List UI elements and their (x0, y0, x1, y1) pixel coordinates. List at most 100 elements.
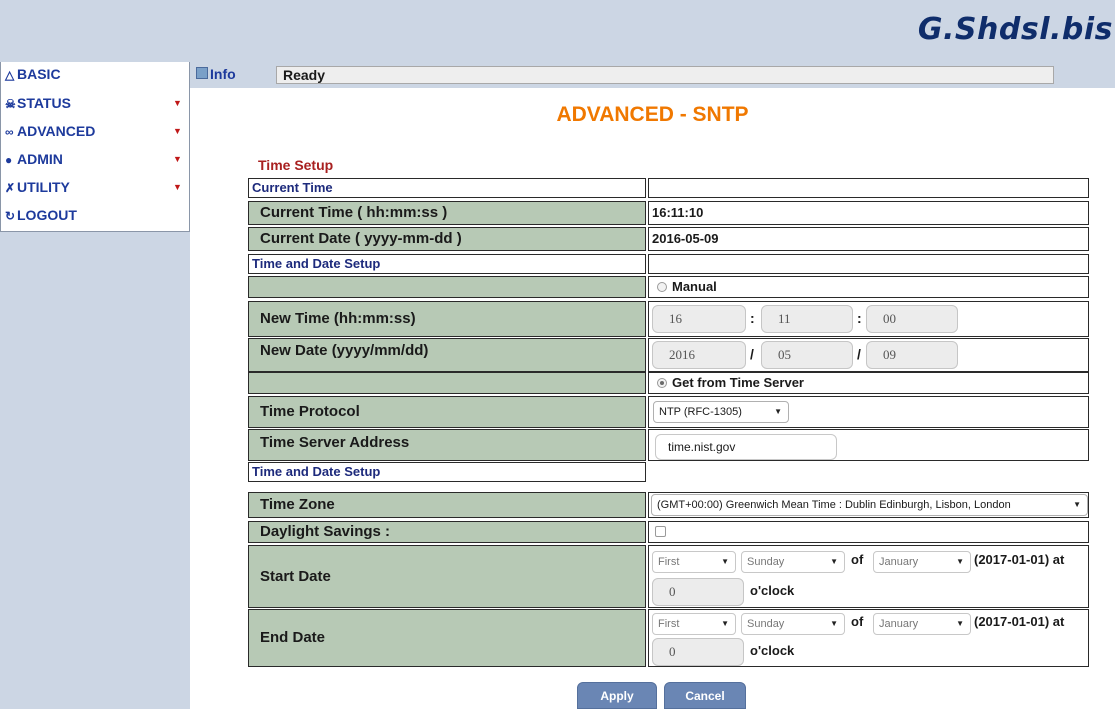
menu-item-admin[interactable]: ● ADMIN ▼ (1, 149, 189, 177)
dropdown-arrow-icon: ▼ (721, 619, 729, 628)
time-server-address-input[interactable]: time.nist.gov (655, 434, 837, 460)
empty-label-cell (248, 276, 646, 298)
end-week-value: First (658, 618, 680, 630)
empty-cell (648, 178, 1089, 198)
time-zone-value: (GMT+00:00) Greenwich Mean Time : Dublin… (657, 499, 1011, 511)
new-date-year-input[interactable]: 2016 (652, 341, 746, 369)
end-day-value: Sunday (747, 618, 785, 630)
time-protocol-value: NTP (RFC-1305) (659, 406, 742, 418)
start-month-value: January (879, 556, 919, 568)
dropdown-arrow-icon: ▼ (1073, 500, 1081, 509)
table-row: Daylight Savings : (248, 521, 1089, 543)
menu-item-label: ADVANCED (17, 123, 96, 139)
current-time-header: Current Time (248, 178, 646, 198)
time-separator: : (857, 310, 862, 326)
caret-down-icon: ▼ (173, 98, 182, 108)
table-row: Current Time ( hh:mm:ss ) 16:11:10 (248, 201, 1089, 225)
start-month-select[interactable]: January ▼ (873, 551, 971, 573)
end-hour-input[interactable]: 0 (652, 638, 744, 666)
daylight-savings-checkbox[interactable] (655, 526, 666, 537)
table-row: Manual (248, 276, 1089, 298)
time-protocol-label: Time Protocol (248, 396, 646, 428)
current-date-label: Current Date ( yyyy-mm-dd ) (248, 227, 646, 251)
new-date-label: New Date (yyyy/mm/dd) (248, 338, 646, 372)
table-row: Time and Date Setup (248, 462, 1089, 482)
menu-item-label: ADMIN (17, 151, 63, 167)
page-title: ADVANCED - SNTP (556, 103, 749, 126)
status-field: Ready (276, 66, 1054, 84)
table-row: Time Zone (GMT+00:00) Greenwich Mean Tim… (248, 492, 1089, 518)
current-date-value: 2016-05-09 (648, 227, 1089, 251)
dropdown-arrow-icon: ▼ (956, 619, 964, 628)
end-date-label: End Date (248, 609, 646, 667)
date-separator: / (750, 346, 754, 362)
table-row: Time Server Address time.nist.gov (248, 429, 1089, 461)
menu-item-utility[interactable]: ✗ UTILITY ▼ (1, 177, 189, 205)
end-month-select[interactable]: January ▼ (873, 613, 971, 635)
caret-down-icon: ▼ (173, 182, 182, 192)
menu-item-basic[interactable]: △ BASIC (1, 64, 189, 92)
time-zone-label: Time Zone (248, 492, 646, 518)
time-zone-select[interactable]: (GMT+00:00) Greenwich Mean Time : Dublin… (651, 494, 1088, 516)
manual-label: Manual (672, 279, 717, 294)
menu-item-label: STATUS (17, 95, 71, 111)
status-icon: ☠ (5, 97, 16, 111)
current-time-label: Current Time ( hh:mm:ss ) (248, 201, 646, 225)
new-date-month-input[interactable]: 05 (761, 341, 853, 369)
dropdown-arrow-icon: ▼ (774, 407, 782, 416)
caret-down-icon: ▼ (173, 126, 182, 136)
info-label: Info (210, 66, 236, 82)
start-date-text: (2017-01-01) at (974, 552, 1065, 567)
get-from-server-radio-option[interactable]: Get from Time Server (648, 372, 1089, 394)
start-week-value: First (658, 556, 680, 568)
end-date-cell: First ▼ Sunday ▼ of January ▼ (2017-01-0… (648, 609, 1089, 667)
menu-item-label: LOGOUT (17, 207, 77, 223)
apply-button[interactable]: Apply (577, 682, 657, 709)
end-month-value: January (879, 618, 919, 630)
header-banner: G.Shdsl.bis (0, 0, 1115, 62)
time-server-address-label: Time Server Address (248, 429, 646, 461)
menu-item-advanced[interactable]: ∞ ADVANCED ▼ (1, 121, 189, 149)
new-time-hour-input[interactable]: 16 (652, 305, 746, 333)
table-row: End Date First ▼ Sunday ▼ of January ▼ (… (248, 609, 1089, 667)
menu-item-label: UTILITY (17, 179, 70, 195)
sidebar: △ BASIC ☠STATUS ▼ ∞ ADVANCED ▼ ● ADMIN ▼ ✗ U… (0, 62, 190, 709)
dropdown-arrow-icon: ▼ (830, 619, 838, 628)
cancel-button[interactable]: Cancel (664, 682, 746, 709)
time-protocol-cell: NTP (RFC-1305) ▼ (648, 396, 1089, 428)
basic-icon: △ (5, 68, 15, 82)
table-row: Time Protocol NTP (RFC-1305) ▼ (248, 396, 1089, 428)
time-server-address-cell: time.nist.gov (648, 429, 1089, 461)
start-date-cell: First ▼ Sunday ▼ of January ▼ (2017-01-0… (648, 545, 1089, 608)
new-time-second-input[interactable]: 00 (866, 305, 958, 333)
start-hour-input[interactable]: 0 (652, 578, 744, 606)
start-day-select[interactable]: Sunday ▼ (741, 551, 845, 573)
end-day-select[interactable]: Sunday ▼ (741, 613, 845, 635)
end-week-select[interactable]: First ▼ (652, 613, 736, 635)
table-row: New Time (hh:mm:ss) 16 : 11 : 00 (248, 301, 1089, 337)
info-icon (196, 67, 208, 79)
time-separator: : (750, 310, 755, 326)
admin-icon: ● (5, 153, 13, 167)
info-bar: Info Ready (190, 62, 1115, 88)
utility-icon: ✗ (5, 181, 16, 195)
new-date-day-input[interactable]: 09 (866, 341, 958, 369)
dropdown-arrow-icon: ▼ (956, 557, 964, 566)
logout-icon: ↻ (5, 209, 16, 223)
new-time-minute-input[interactable]: 11 (761, 305, 853, 333)
table-row: Time and Date Setup (248, 254, 1089, 274)
menu-item-logout[interactable]: ↻ LOGOUT (1, 205, 189, 233)
time-protocol-select[interactable]: NTP (RFC-1305) ▼ (653, 401, 789, 423)
manual-radio[interactable] (657, 282, 667, 292)
time-date-setup-header: Time and Date Setup (248, 254, 646, 274)
manual-radio-option[interactable]: Manual (648, 276, 1089, 298)
new-time-cell: 16 : 11 : 00 (648, 301, 1089, 337)
current-time-value: 16:11:10 (648, 201, 1089, 225)
table-row: Current Date ( yyyy-mm-dd ) 2016-05-09 (248, 227, 1089, 251)
empty-cell (648, 254, 1089, 274)
start-week-select[interactable]: First ▼ (652, 551, 736, 573)
menu-item-status[interactable]: ☠STATUS ▼ (1, 93, 189, 121)
get-from-server-radio[interactable] (657, 378, 667, 388)
new-time-label: New Time (hh:mm:ss) (248, 301, 646, 337)
dropdown-arrow-icon: ▼ (830, 557, 838, 566)
